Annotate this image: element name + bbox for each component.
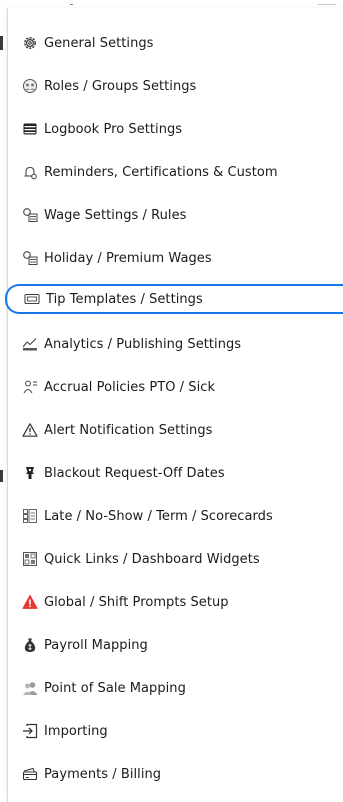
settings-dropdown-menu: General Settings Roles / Groups Settings… bbox=[5, 8, 343, 802]
menu-item-roles-groups[interactable]: Roles / Groups Settings bbox=[8, 71, 343, 101]
menu-item-label: Late / No-Show / Term / Scorecards bbox=[44, 508, 273, 524]
menu-item-global-shift-prompts[interactable]: Global / Shift Prompts Setup bbox=[8, 587, 343, 617]
analytics-chart-icon bbox=[22, 336, 38, 352]
menu-item-label: Alert Notification Settings bbox=[44, 422, 213, 438]
menu-item-label: Global / Shift Prompts Setup bbox=[44, 594, 229, 610]
payments-icon bbox=[22, 766, 38, 782]
menu-item-quick-links[interactable]: Quick Links / Dashboard Widgets bbox=[8, 544, 343, 574]
menu-item-reminders[interactable]: Reminders, Certifications & Custom bbox=[8, 157, 343, 187]
menu-item-payments-billing[interactable]: Payments / Billing bbox=[8, 759, 343, 789]
red-alert-icon bbox=[22, 594, 38, 610]
group-globe-icon bbox=[22, 78, 38, 94]
background-edge-mark bbox=[0, 470, 3, 482]
menu-item-label: Payments / Billing bbox=[44, 766, 162, 782]
menu-item-label: General Settings bbox=[44, 35, 154, 51]
wage-icon bbox=[22, 207, 38, 223]
menu-item-late-noshow[interactable]: Late / No-Show / Term / Scorecards bbox=[8, 501, 343, 531]
menu-item-alert-notification[interactable]: Alert Notification Settings bbox=[8, 415, 343, 445]
holiday-wage-icon bbox=[22, 250, 38, 266]
menu-item-label: Payroll Mapping bbox=[44, 637, 148, 653]
warning-triangle-icon bbox=[22, 422, 38, 438]
menu-item-label: Quick Links / Dashboard Widgets bbox=[44, 551, 260, 567]
scorecard-icon bbox=[22, 508, 38, 524]
menu-item-label: Holiday / Premium Wages bbox=[44, 250, 212, 266]
menu-item-label: Blackout Request-Off Dates bbox=[44, 465, 225, 481]
menu-item-label: Reminders, Certifications & Custom bbox=[44, 164, 278, 180]
menu-item-point-of-sale[interactable]: Point of Sale Mapping bbox=[8, 673, 343, 703]
blackout-icon bbox=[22, 465, 38, 481]
gear-icon bbox=[22, 35, 38, 51]
logbook-icon bbox=[22, 121, 38, 137]
people-icon bbox=[22, 680, 38, 696]
menu-item-tip-templates[interactable]: Tip Templates / Settings bbox=[5, 284, 343, 314]
menu-item-label: Logbook Pro Settings bbox=[44, 121, 183, 137]
menu-item-label: Analytics / Publishing Settings bbox=[44, 336, 242, 352]
menu-item-importing[interactable]: Importing bbox=[8, 716, 343, 746]
import-icon bbox=[22, 723, 38, 739]
menu-item-blackout-dates[interactable]: Blackout Request-Off Dates bbox=[8, 458, 343, 488]
menu-item-payroll-mapping[interactable]: Payroll Mapping bbox=[8, 630, 343, 660]
menu-item-label: Point of Sale Mapping bbox=[44, 680, 186, 696]
menu-item-holiday-premium[interactable]: Holiday / Premium Wages bbox=[8, 243, 343, 273]
background-edge-mark bbox=[0, 36, 3, 50]
background-dash bbox=[70, 4, 73, 5]
accrual-icon bbox=[22, 379, 38, 395]
menu-item-wage-settings[interactable]: Wage Settings / Rules bbox=[8, 200, 343, 230]
menu-item-label: Roles / Groups Settings bbox=[44, 78, 197, 94]
menu-item-label: Accrual Policies PTO / Sick bbox=[44, 379, 216, 395]
menu-item-label: Wage Settings / Rules bbox=[44, 207, 187, 223]
dashboard-widget-icon bbox=[22, 551, 38, 567]
menu-item-label: Importing bbox=[44, 723, 108, 739]
money-bag-icon bbox=[22, 637, 38, 653]
menu-item-general-settings[interactable]: General Settings bbox=[8, 28, 343, 58]
bell-reminder-icon bbox=[22, 164, 38, 180]
menu-item-label: Tip Templates / Settings bbox=[46, 291, 203, 307]
menu-item-logbook-pro[interactable]: Logbook Pro Settings bbox=[8, 114, 343, 144]
background-dash bbox=[318, 4, 336, 5]
menu-item-analytics-publishing[interactable]: Analytics / Publishing Settings bbox=[8, 329, 343, 359]
menu-item-accrual-policies[interactable]: Accrual Policies PTO / Sick bbox=[8, 372, 343, 402]
tip-card-icon bbox=[24, 291, 40, 307]
